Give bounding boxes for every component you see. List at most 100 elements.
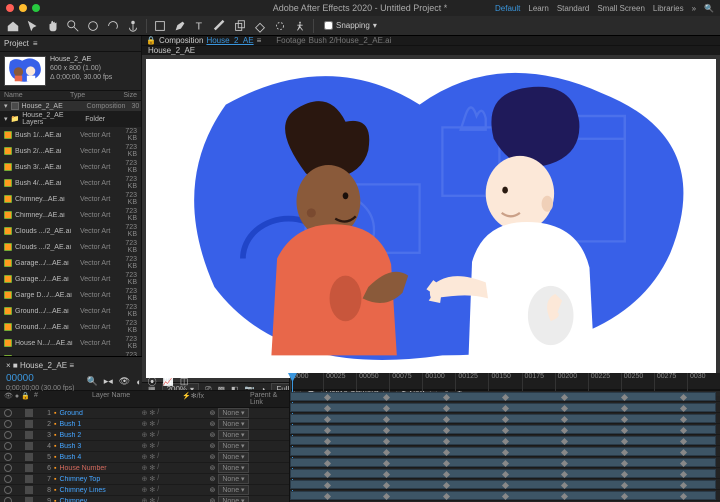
- layer-switches[interactable]: ⊕✻/: [141, 453, 209, 461]
- label-color[interactable]: [25, 464, 33, 472]
- label-color[interactable]: [25, 431, 33, 439]
- keyframe-icon[interactable]: [561, 460, 568, 467]
- comp-mini-icon[interactable]: ▸◂: [104, 376, 113, 387]
- project-item[interactable]: House N.../...AE.aiVector Art723 KB: [0, 335, 141, 351]
- pickwhip-icon[interactable]: ⊚: [209, 431, 215, 439]
- roto-tool-icon[interactable]: [273, 19, 287, 33]
- panel-menu-icon[interactable]: ≡: [257, 36, 262, 45]
- project-item[interactable]: Garge D.../...AE.aiVector Art723 KB: [0, 287, 141, 303]
- keyframe-icon[interactable]: [324, 449, 331, 456]
- layer-track[interactable]: [290, 424, 720, 435]
- viewer-breadcrumb[interactable]: House_2_AE: [142, 46, 720, 55]
- parent-link[interactable]: ⊚None ▾: [209, 408, 285, 418]
- layer-switches[interactable]: ⊕✻/: [141, 475, 209, 483]
- layer-switches[interactable]: ⊕✻/: [141, 486, 209, 494]
- project-item[interactable]: Clouds .../2_AE.aiVector Art723 KB: [0, 223, 141, 239]
- text-tool-icon[interactable]: T: [193, 19, 207, 33]
- label-color[interactable]: [25, 497, 33, 502]
- keyframe-icon[interactable]: [621, 460, 628, 467]
- canvas-area[interactable]: [142, 55, 720, 382]
- keyframe-icon[interactable]: [502, 449, 509, 456]
- col-type[interactable]: Type: [70, 92, 112, 99]
- layer-bar[interactable]: [290, 458, 716, 467]
- keyframe-icon[interactable]: [561, 471, 568, 478]
- parent-link[interactable]: ⊚None ▾: [209, 474, 285, 484]
- parent-dropdown[interactable]: None ▾: [218, 452, 248, 462]
- orbit-tool-icon[interactable]: [86, 19, 100, 33]
- layer-row[interactable]: 4▪Bush 3⊕✻/⊚None ▾: [0, 441, 289, 452]
- composition-canvas[interactable]: [146, 59, 716, 378]
- visibility-toggle[interactable]: [4, 420, 12, 428]
- project-items[interactable]: Bush 1/...AE.aiVector Art723 KBBush 2/..…: [0, 127, 141, 356]
- visibility-toggle[interactable]: [4, 464, 12, 472]
- frame-blend-icon[interactable]: ◐: [136, 377, 141, 387]
- keyframe-icon[interactable]: [324, 394, 331, 401]
- keyframe-icon[interactable]: [680, 394, 687, 401]
- timeline-tracks[interactable]: [290, 391, 720, 502]
- keyframe-icon[interactable]: [621, 438, 628, 445]
- lock-icon[interactable]: 🔒: [146, 36, 156, 45]
- keyframe-icon[interactable]: [324, 471, 331, 478]
- pickwhip-icon[interactable]: ⊚: [209, 420, 215, 428]
- hand-tool-icon[interactable]: [46, 19, 60, 33]
- workspace-small[interactable]: Small Screen: [597, 4, 645, 13]
- pen-tool-icon[interactable]: [173, 19, 187, 33]
- keyframe-icon[interactable]: [324, 438, 331, 445]
- layer-track[interactable]: [290, 457, 720, 468]
- visibility-toggle[interactable]: [4, 475, 12, 483]
- keyframe-icon[interactable]: [383, 405, 390, 412]
- project-item[interactable]: Bush 4/...AE.aiVector Art723 KB: [0, 175, 141, 191]
- keyframe-icon[interactable]: [502, 460, 509, 467]
- workspace-standard[interactable]: Standard: [557, 4, 589, 13]
- project-item[interactable]: Chimney...AE.aiVector Art723 KB: [0, 207, 141, 223]
- keyframe-icon[interactable]: [680, 471, 687, 478]
- col-size[interactable]: Size: [112, 92, 137, 99]
- keyframe-icon[interactable]: [561, 493, 568, 500]
- layer-row[interactable]: 6▪House Number⊕✻/⊚None ▾: [0, 463, 289, 474]
- keyframe-icon[interactable]: [383, 438, 390, 445]
- keyframe-icon[interactable]: [443, 449, 450, 456]
- parent-dropdown[interactable]: None ▾: [218, 496, 248, 502]
- keyframe-icon[interactable]: [502, 438, 509, 445]
- project-item[interactable]: Bush 1/...AE.aiVector Art723 KB: [0, 127, 141, 143]
- layer-bar[interactable]: [290, 447, 716, 456]
- parent-dropdown[interactable]: None ▾: [218, 430, 248, 440]
- parent-dropdown[interactable]: None ▾: [218, 419, 248, 429]
- keyframe-icon[interactable]: [324, 482, 331, 489]
- layer-bar[interactable]: [290, 414, 716, 423]
- keyframe-icon[interactable]: [443, 482, 450, 489]
- layer-bar[interactable]: [290, 403, 716, 412]
- keyframe-icon[interactable]: [680, 438, 687, 445]
- keyframe-icon[interactable]: [324, 493, 331, 500]
- layer-track[interactable]: [290, 468, 720, 479]
- label-color[interactable]: [25, 420, 33, 428]
- keyframe-icon[interactable]: [561, 405, 568, 412]
- shy-icon[interactable]: 👁: [119, 376, 130, 387]
- layer-track[interactable]: [290, 446, 720, 457]
- parent-link[interactable]: ⊚None ▾: [209, 485, 285, 495]
- layer-switches[interactable]: ⊕✻/: [141, 442, 209, 450]
- project-item[interactable]: Ground.../...AE.aiVector Art723 KB: [0, 319, 141, 335]
- label-color[interactable]: [25, 442, 33, 450]
- keyframe-icon[interactable]: [680, 405, 687, 412]
- keyframe-icon[interactable]: [383, 427, 390, 434]
- keyframe-icon[interactable]: [443, 471, 450, 478]
- viewer-tab-link[interactable]: House_2_AE: [206, 36, 253, 45]
- breadcrumb-item[interactable]: House_2_AE: [148, 46, 195, 55]
- keyframe-icon[interactable]: [383, 394, 390, 401]
- layer-track[interactable]: [290, 479, 720, 490]
- keyframe-icon[interactable]: [561, 482, 568, 489]
- keyframe-icon[interactable]: [443, 438, 450, 445]
- pickwhip-icon[interactable]: ⊚: [209, 475, 215, 483]
- keyframe-icon[interactable]: [443, 493, 450, 500]
- layer-switches[interactable]: ⊕✻/: [141, 420, 209, 428]
- project-tab[interactable]: Project ≡: [0, 36, 141, 52]
- keyframe-icon[interactable]: [621, 482, 628, 489]
- layer-track[interactable]: [290, 391, 720, 402]
- keyframe-icon[interactable]: [502, 427, 509, 434]
- keyframe-icon[interactable]: [502, 482, 509, 489]
- keyframe-icon[interactable]: [680, 449, 687, 456]
- layer-bar[interactable]: [290, 491, 716, 500]
- workspace-learn[interactable]: Learn: [528, 4, 548, 13]
- layer-row[interactable]: 1▪Ground⊕✻/⊚None ▾: [0, 408, 289, 419]
